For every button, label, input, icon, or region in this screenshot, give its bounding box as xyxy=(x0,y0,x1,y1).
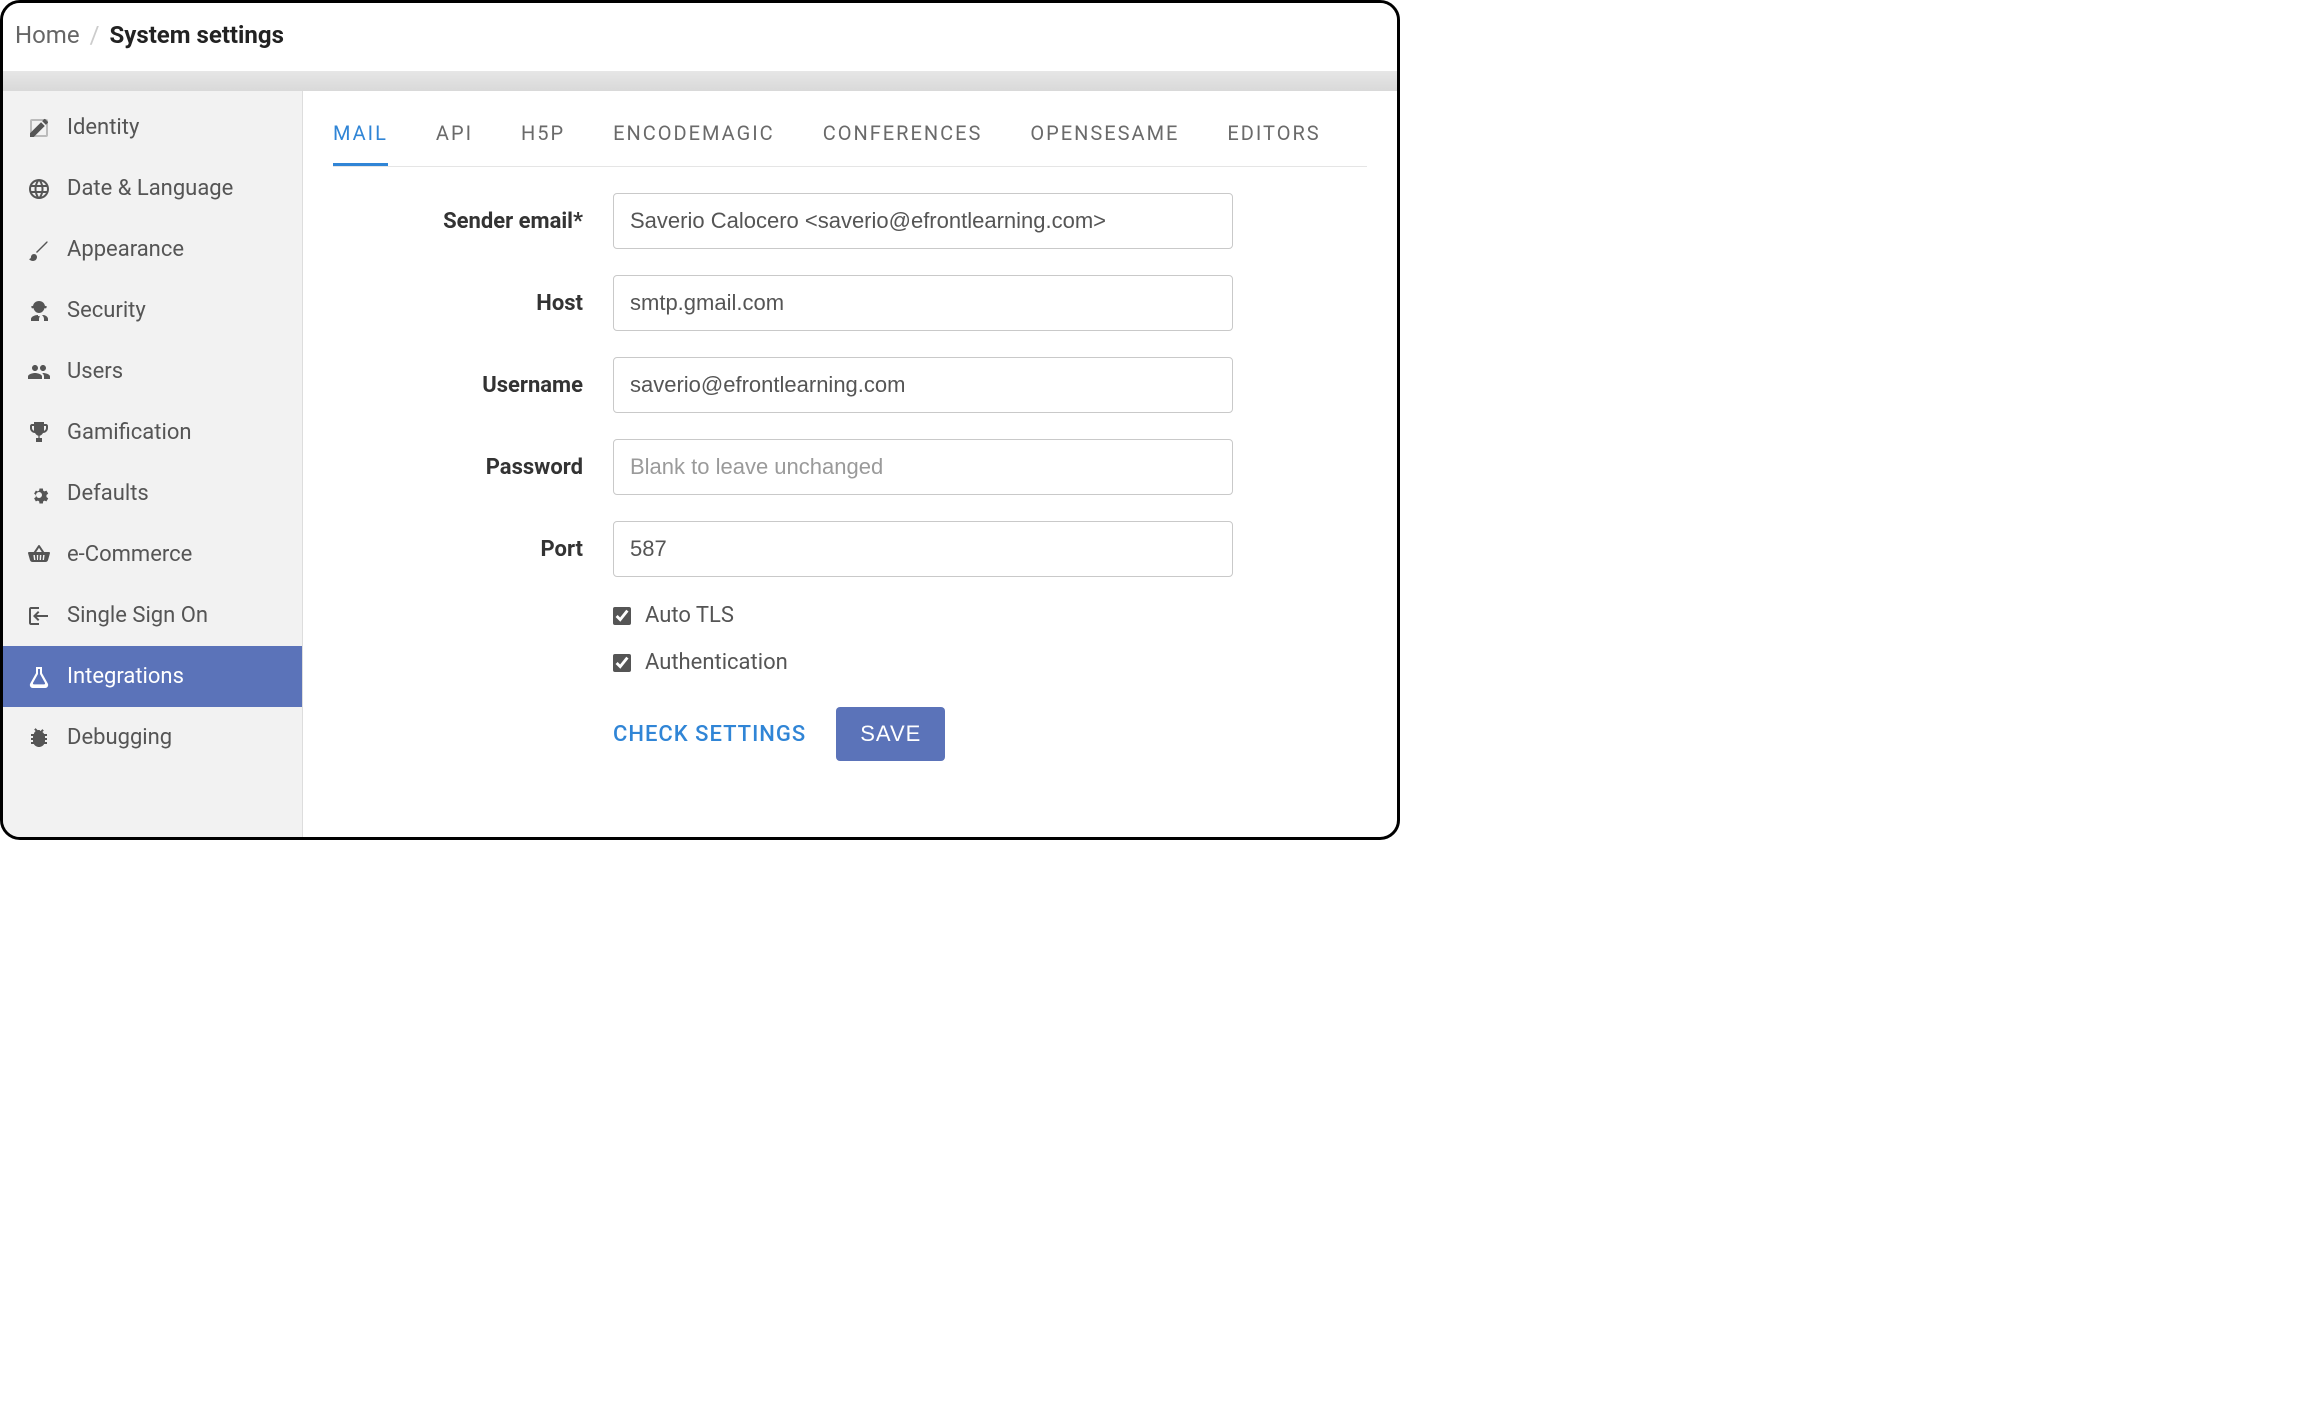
trophy-icon xyxy=(25,421,53,445)
sidebar-item-label: Appearance xyxy=(67,237,184,262)
sidebar-item-sso[interactable]: Single Sign On xyxy=(3,585,302,646)
sidebar-item-integrations[interactable]: Integrations xyxy=(3,646,302,707)
sidebar-item-label: Identity xyxy=(67,115,139,140)
check-settings-button[interactable]: CHECK SETTINGS xyxy=(613,722,806,747)
breadcrumb-separator: / xyxy=(90,21,100,49)
basket-icon xyxy=(25,543,53,567)
sidebar-item-gamification[interactable]: Gamification xyxy=(3,402,302,463)
tab-h5p[interactable]: H5P xyxy=(521,121,565,166)
port-label: Port xyxy=(333,537,613,562)
sidebar-item-label: Users xyxy=(67,359,123,384)
sidebar-item-label: Gamification xyxy=(67,420,192,445)
edit-square-icon xyxy=(25,116,53,140)
sidebar-item-ecommerce[interactable]: e-Commerce xyxy=(3,524,302,585)
sidebar-item-label: Single Sign On xyxy=(67,603,208,628)
save-button[interactable]: SAVE xyxy=(836,707,945,761)
breadcrumb-current: System settings xyxy=(110,21,284,49)
tab-editors[interactable]: EDITORS xyxy=(1227,121,1320,166)
signin-icon xyxy=(25,604,53,628)
sidebar-item-label: Security xyxy=(67,298,146,323)
users-icon xyxy=(25,360,53,384)
sender-email-input[interactable] xyxy=(613,193,1233,249)
flask-icon xyxy=(25,665,53,689)
sidebar-item-users[interactable]: Users xyxy=(3,341,302,402)
sidebar-item-label: Debugging xyxy=(67,725,172,750)
tabs: MAIL API H5P ENCODEMAGIC CONFERENCES OPE… xyxy=(333,91,1367,167)
authentication-checkbox[interactable] xyxy=(613,654,631,672)
mail-form: Sender email* Host Username xyxy=(333,167,1367,783)
globe-icon xyxy=(25,177,53,201)
divider-band xyxy=(3,71,1397,91)
gears-icon xyxy=(25,482,53,506)
sidebar-item-label: Integrations xyxy=(67,664,184,689)
brush-icon xyxy=(25,238,53,262)
auto-tls-checkbox[interactable] xyxy=(613,607,631,625)
bug-icon xyxy=(25,726,53,750)
tab-encodemagic[interactable]: ENCODEMAGIC xyxy=(613,121,775,166)
username-input[interactable] xyxy=(613,357,1233,413)
sidebar-item-label: Date & Language xyxy=(67,176,233,201)
sidebar-item-defaults[interactable]: Defaults xyxy=(3,463,302,524)
breadcrumb: Home / System settings xyxy=(3,3,1397,71)
username-label: Username xyxy=(333,373,613,398)
sidebar-item-appearance[interactable]: Appearance xyxy=(3,219,302,280)
tab-opensesame[interactable]: OPENSESAME xyxy=(1030,121,1179,166)
sidebar-item-identity[interactable]: Identity xyxy=(3,97,302,158)
tab-api[interactable]: API xyxy=(436,121,473,166)
sidebar-item-security[interactable]: Security xyxy=(3,280,302,341)
sidebar-item-label: e-Commerce xyxy=(67,542,192,567)
host-input[interactable] xyxy=(613,275,1233,331)
password-input[interactable] xyxy=(613,439,1233,495)
authentication-label: Authentication xyxy=(645,650,788,675)
agent-icon xyxy=(25,299,53,323)
port-input[interactable] xyxy=(613,521,1233,577)
sidebar-item-label: Defaults xyxy=(67,481,149,506)
host-label: Host xyxy=(333,291,613,316)
auto-tls-label: Auto TLS xyxy=(645,603,734,628)
sender-email-label: Sender email* xyxy=(333,209,613,234)
password-label: Password xyxy=(333,455,613,480)
tab-mail[interactable]: MAIL xyxy=(333,121,388,166)
sidebar-item-date-language[interactable]: Date & Language xyxy=(3,158,302,219)
breadcrumb-home[interactable]: Home xyxy=(15,21,80,49)
sidebar-item-debugging[interactable]: Debugging xyxy=(3,707,302,768)
tab-conferences[interactable]: CONFERENCES xyxy=(823,121,983,166)
sidebar: Identity Date & Language Appearance Secu… xyxy=(3,91,303,837)
